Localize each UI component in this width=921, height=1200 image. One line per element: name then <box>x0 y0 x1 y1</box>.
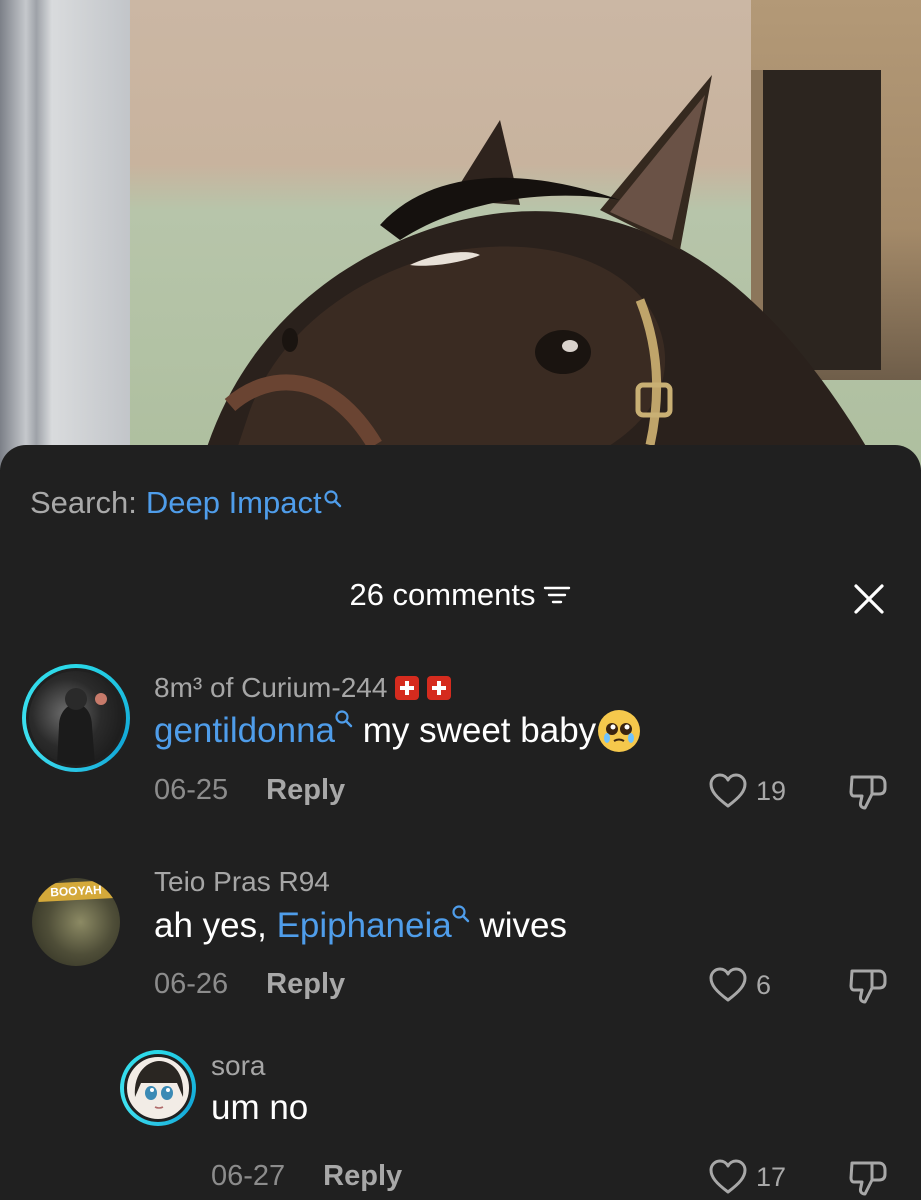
like-button[interactable]: 6 <box>708 966 771 1004</box>
search-icon <box>452 905 469 923</box>
comment-body: my sweet baby <box>353 711 597 750</box>
like-count: 19 <box>756 775 787 806</box>
comment-date: 06-25 <box>154 774 229 806</box>
comment-count-label: 26 comments <box>349 577 536 612</box>
like-count: 6 <box>756 969 772 1000</box>
username-text: sora <box>211 1050 266 1081</box>
reply-button[interactable]: Reply <box>323 1160 402 1193</box>
avatar-banner: BOOYAH <box>37 880 115 902</box>
comment-meta: 06-26 Reply <box>154 968 345 1001</box>
like-button[interactable]: 17 <box>708 1158 786 1196</box>
comment-username[interactable]: sora <box>211 1050 265 1082</box>
avatar[interactable]: BOOYAH <box>32 878 120 966</box>
mention-link[interactable]: Epiphaneia <box>277 906 452 946</box>
horse-image <box>200 75 880 470</box>
heart-outline-icon <box>709 967 747 1002</box>
comment-meta: 06-27 Reply <box>211 1160 402 1193</box>
comment-meta: 06-25 Reply <box>154 774 345 807</box>
comment-count[interactable]: 26 comments <box>349 577 571 613</box>
comments-sheet: Search: Deep Impact 26 comments 8m³ of C… <box>0 445 921 1200</box>
close-icon[interactable] <box>853 583 885 615</box>
username-text: Teio Pras R94 <box>154 866 330 897</box>
search-term-link[interactable]: Deep Impact <box>146 485 322 521</box>
comment-date: 06-26 <box>154 968 229 1000</box>
comment-date: 06-27 <box>211 1160 286 1192</box>
avatar-image <box>134 1061 184 1109</box>
reply-button[interactable]: Reply <box>266 968 345 1001</box>
like-count: 17 <box>756 1161 787 1192</box>
comment-text: ah yes, Epiphaneia wives <box>154 905 567 946</box>
search-icon <box>324 484 342 508</box>
comment-username[interactable]: 8m³ of Curium-244 <box>154 672 452 704</box>
comments-header: 26 comments <box>0 577 921 621</box>
avatar[interactable] <box>22 664 130 772</box>
comment-body: wives <box>469 906 567 945</box>
pleading-face-emoji-icon <box>598 710 641 752</box>
comment-text: um no <box>211 1088 308 1128</box>
avatar-image <box>57 688 107 765</box>
like-button[interactable]: 19 <box>708 772 786 810</box>
swiss-flag-icon <box>395 676 420 700</box>
reply-button[interactable]: Reply <box>266 774 345 807</box>
post-photo <box>0 0 921 470</box>
thumbs-down-icon[interactable] <box>848 966 888 1006</box>
comment-text: gentildonna my sweet baby <box>154 710 641 752</box>
sort-lines-icon[interactable] <box>542 583 572 607</box>
swiss-flag-icon <box>427 676 452 700</box>
comment-body: um no <box>211 1088 309 1127</box>
comment-username[interactable]: Teio Pras R94 <box>154 866 330 898</box>
thumbs-down-icon[interactable] <box>848 1158 888 1198</box>
avatar[interactable] <box>120 1050 196 1126</box>
username-text: 8m³ of Curium-244 <box>154 672 388 703</box>
search-icon <box>335 710 353 728</box>
heart-outline-icon <box>709 1159 747 1194</box>
thumbs-down-icon[interactable] <box>848 772 888 812</box>
mention-link[interactable]: gentildonna <box>154 711 335 751</box>
search-label: Search: <box>30 485 137 520</box>
heart-outline-icon <box>709 773 747 808</box>
search-suggestion[interactable]: Search: Deep Impact <box>30 485 342 521</box>
comment-body-prefix: ah yes, <box>154 906 277 945</box>
